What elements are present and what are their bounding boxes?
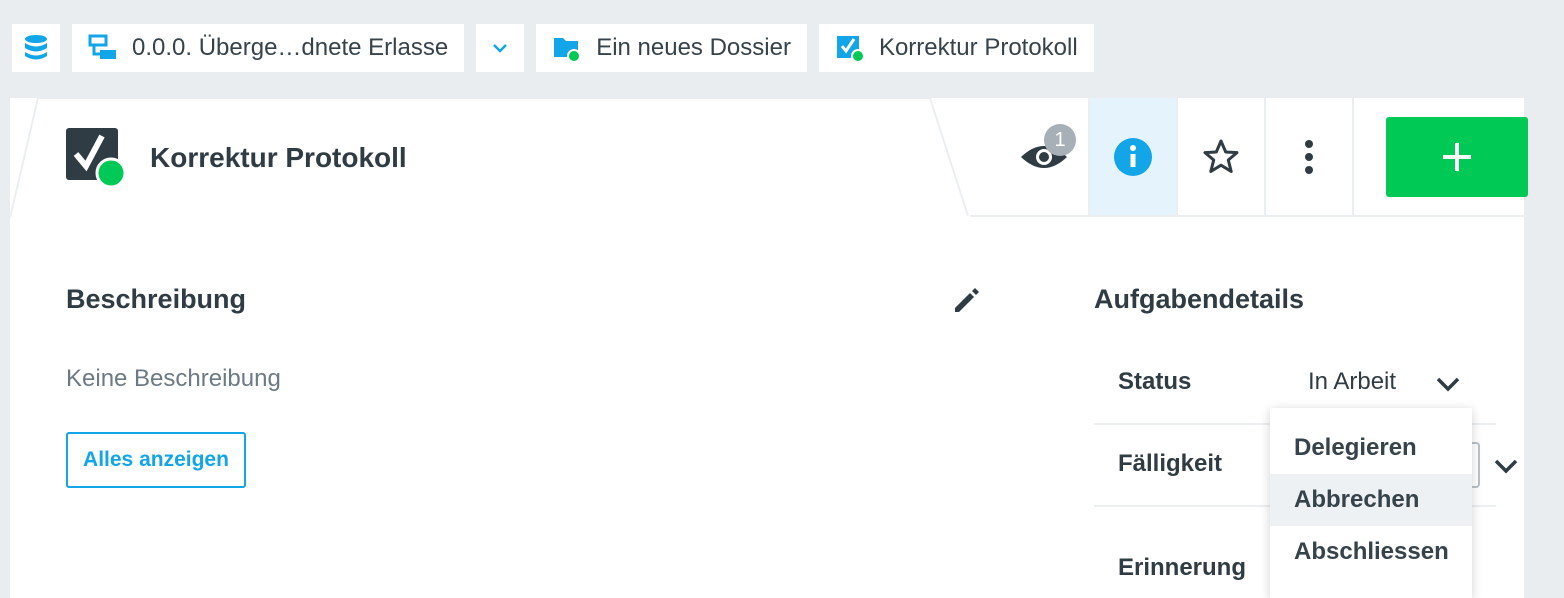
breadcrumb-dossier[interactable]: Ein neues Dossier: [536, 24, 807, 72]
status-transition-menu: Delegieren Abbrechen Abschliessen: [1270, 408, 1472, 598]
add-button[interactable]: [1386, 117, 1528, 197]
info-button[interactable]: [1088, 98, 1176, 216]
task-details-heading: Aufgabendetails: [1094, 284, 1305, 314]
breadcrumb-task[interactable]: Korrektur Protokoll: [818, 24, 1094, 72]
header-actions: 1: [1000, 98, 1374, 216]
repository-tree-icon: [88, 34, 116, 59]
show-all-button[interactable]: Alles anzeigen: [66, 432, 246, 488]
header-divider: [970, 215, 1524, 217]
watchers-count-badge: 1: [1044, 124, 1076, 156]
actions-spacer: [1352, 98, 1374, 216]
status-label: Status: [1118, 368, 1192, 395]
edit-pencil-icon[interactable]: [950, 284, 982, 316]
watchers-button[interactable]: 1: [1000, 98, 1088, 216]
database-icon: [25, 35, 47, 60]
task-icon: [66, 128, 127, 189]
breadcrumb: 0.0.0. Überge…dnete Erlasse Ein neues Do…: [12, 24, 1094, 72]
breadcrumb-label: Ein neues Dossier: [596, 34, 791, 61]
breadcrumb-label: Korrektur Protokoll: [878, 34, 1078, 61]
task-icon: [836, 36, 865, 63]
breadcrumb-repofolder[interactable]: 0.0.0. Überge…dnete Erlasse: [72, 24, 465, 72]
due-date-chevron-down-icon[interactable]: [1492, 452, 1520, 480]
menu-item-delegate[interactable]: Delegieren: [1270, 422, 1472, 474]
description-empty-text: Keine Beschreibung: [66, 365, 281, 392]
breadcrumb-repository[interactable]: [12, 24, 60, 72]
breadcrumb-expand-button[interactable]: [476, 24, 525, 72]
more-vertical-icon: [1305, 140, 1313, 174]
status-value[interactable]: In Arbeit: [1308, 368, 1396, 396]
plus-icon: [1443, 143, 1471, 171]
favorite-button[interactable]: [1176, 98, 1264, 216]
dossier-icon: [554, 38, 582, 63]
breadcrumb-label: 0.0.0. Überge…dnete Erlasse: [132, 34, 449, 61]
star-icon: [1203, 139, 1239, 173]
reminder-label: Erinnerung: [1118, 554, 1247, 581]
description-heading: Beschreibung: [66, 284, 247, 314]
menu-item-close[interactable]: Abschliessen: [1270, 526, 1472, 578]
page-title: Korrektur Protokoll: [150, 142, 407, 173]
title-tab: Korrektur Protokoll 1: [10, 98, 1528, 218]
chevron-down-icon: [493, 44, 508, 53]
info-icon: [1114, 138, 1152, 176]
more-actions-button[interactable]: [1264, 98, 1352, 216]
status-chevron-down-icon[interactable]: [1434, 370, 1462, 398]
due-date-label: Fälligkeit: [1118, 450, 1223, 477]
menu-item-cancel[interactable]: Abbrechen: [1270, 474, 1472, 526]
